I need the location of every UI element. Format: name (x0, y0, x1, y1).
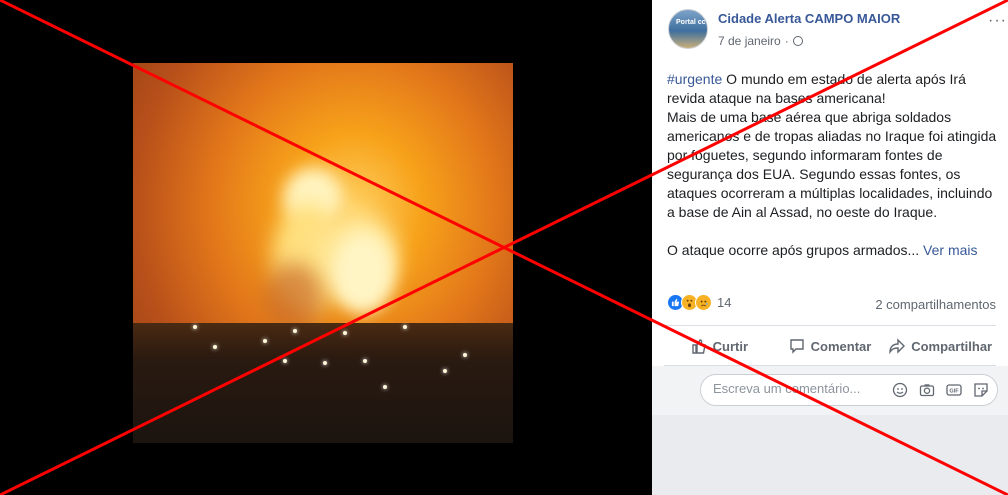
meta-separator: · (784, 34, 789, 48)
post-card: Portal cc Cidade Alerta CAMPO MAIOR 7 de… (652, 0, 1008, 415)
speech-bubble-icon (789, 339, 804, 354)
more-options-icon[interactable]: ··· (988, 12, 1007, 30)
post-teaser: O ataque ocorre após grupos armados... (667, 242, 920, 258)
media-viewer (0, 0, 652, 495)
gif-icon[interactable]: GIF (946, 382, 962, 398)
reactions-summary[interactable]: 14 (667, 294, 731, 311)
see-more-link[interactable]: Ver mais (923, 242, 977, 258)
post-meta: 7 de janeiro · (718, 34, 803, 48)
divider (664, 325, 996, 326)
camera-icon[interactable] (919, 382, 935, 398)
like-button[interactable]: Curtir (664, 330, 775, 362)
reaction-count: 14 (717, 295, 732, 310)
share-button[interactable]: Compartilhar (885, 330, 996, 362)
globe-icon (792, 36, 803, 46)
sticker-icon[interactable] (973, 382, 989, 398)
comment-input[interactable] (713, 381, 883, 396)
comment-composer: GIF (652, 366, 1008, 415)
comment-button[interactable]: Comentar (775, 330, 886, 362)
comment-tools: GIF (892, 382, 989, 398)
post-date[interactable]: 7 de janeiro (718, 34, 781, 48)
comment-box[interactable]: GIF (700, 374, 998, 406)
hashtag-link[interactable]: #urgente (667, 71, 722, 87)
emoji-icon[interactable] (892, 382, 908, 398)
shares-count-link[interactable]: 2 compartilhamentos (875, 297, 996, 312)
post-photo-explosion[interactable] (133, 63, 513, 443)
page-name-link[interactable]: Cidade Alerta CAMPO MAIOR (718, 11, 900, 26)
post-panel: Portal cc Cidade Alerta CAMPO MAIOR 7 de… (652, 0, 1008, 495)
post-text: #urgente O mundo em estado de alerta apó… (667, 70, 997, 260)
post-body: Mais de uma base aérea que abriga soldad… (667, 109, 997, 220)
svg-text:GIF: GIF (949, 389, 959, 395)
thumbs-up-icon (691, 339, 706, 354)
page-avatar[interactable]: Portal cc (668, 9, 708, 49)
action-bar: Curtir Comentar Compartilhar (664, 330, 996, 362)
share-arrow-icon (889, 338, 906, 354)
sad-icon (695, 294, 712, 311)
